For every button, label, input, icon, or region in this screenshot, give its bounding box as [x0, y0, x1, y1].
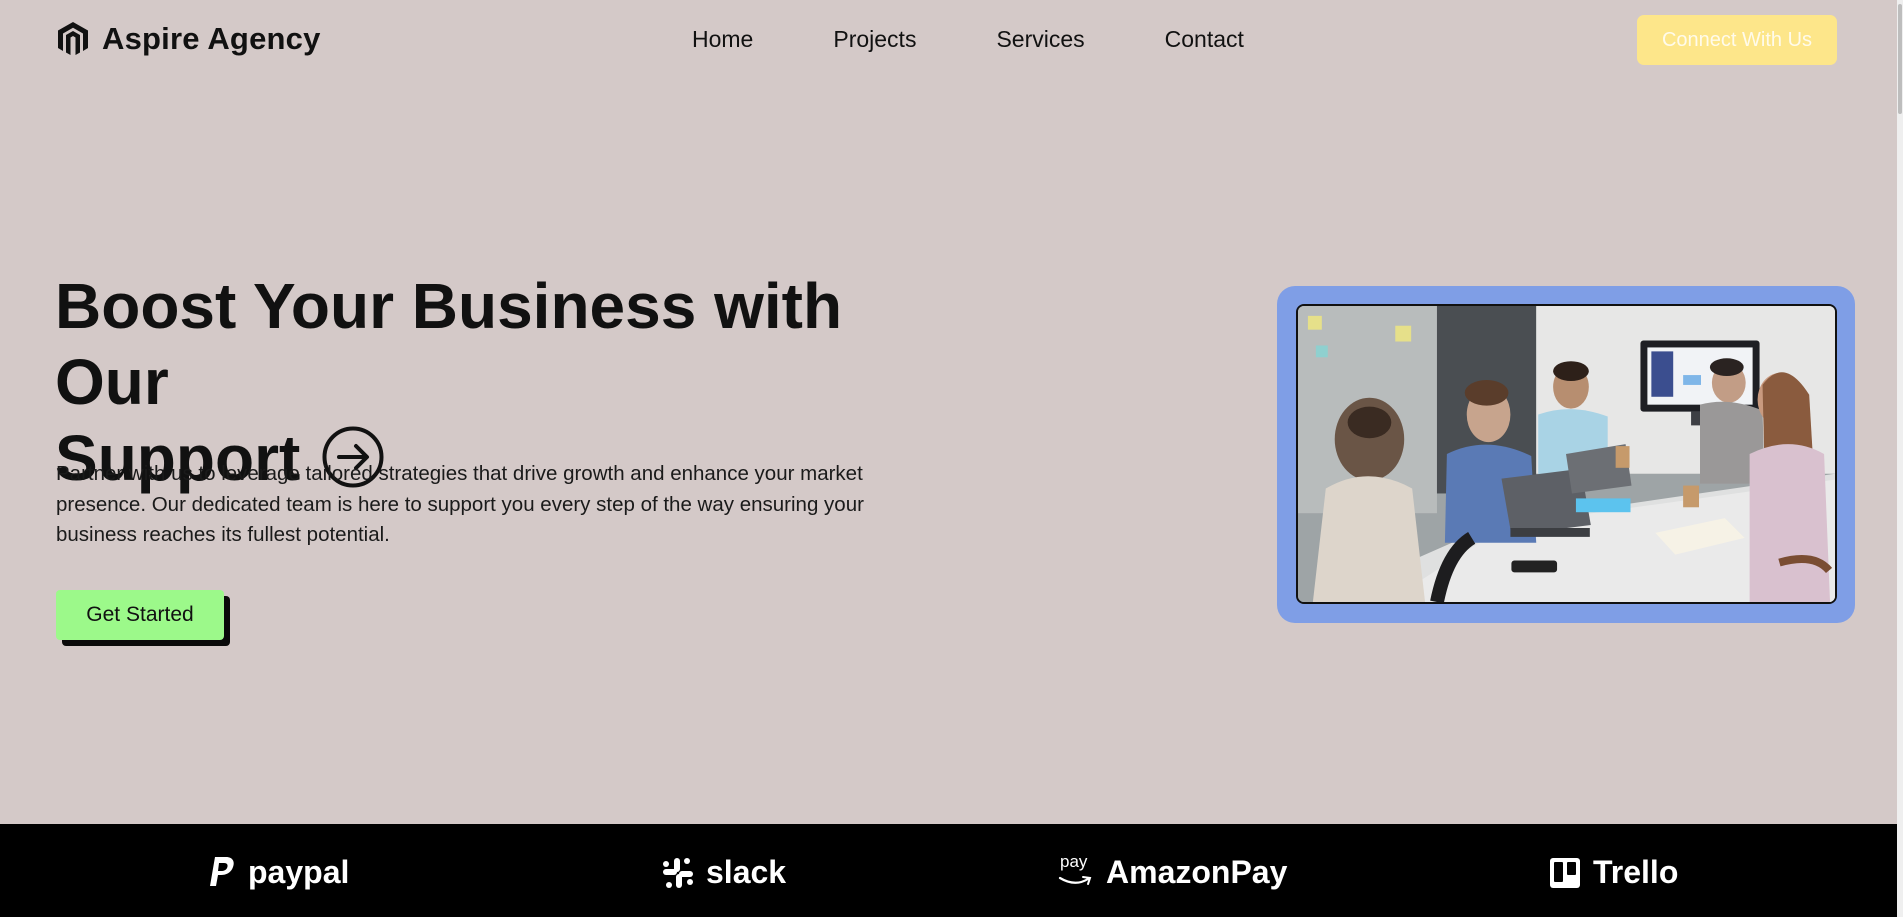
hero-description: Partner with us to leverage tailored str… — [56, 462, 864, 546]
nav-home[interactable]: Home — [692, 26, 753, 53]
partner-slack[interactable]: slack — [662, 854, 786, 891]
partner-name: paypal — [248, 854, 350, 890]
amazon-pay-icon-text: pay — [1060, 851, 1088, 871]
hero-image-frame — [1277, 286, 1855, 623]
team-meeting-illustration — [1298, 306, 1835, 602]
scrollbar-thumb[interactable] — [1898, 4, 1902, 114]
brand-name: Aspire Agency — [102, 21, 321, 56]
partner-name: slack — [706, 854, 787, 890]
partner-name: Trello — [1593, 854, 1679, 890]
main-nav: Home Projects Services Contact — [692, 26, 1244, 53]
hero-title-line1: Boost Your Business with Our — [55, 270, 843, 418]
landing-page: Aspire Agency Home Projects Services Con… — [0, 0, 1897, 917]
partner-trello[interactable]: Trello — [1549, 854, 1678, 891]
connect-button[interactable]: Connect With Us — [1637, 15, 1837, 65]
amazon-pay-icon: pay — [1058, 852, 1094, 890]
get-started-wrapper: Get Started — [56, 590, 230, 646]
page-scrollbar[interactable] — [1897, 0, 1903, 917]
nav-services[interactable]: Services — [996, 26, 1084, 53]
team-meeting-photo — [1296, 304, 1837, 604]
partner-name: AmazonPay — [1106, 854, 1288, 890]
slack-icon — [663, 857, 693, 888]
partner-paypal[interactable]: paypal — [208, 854, 349, 891]
partner-logos-strip: paypal slack pay AmazonPay Trello — [0, 824, 1897, 917]
nav-projects[interactable]: Projects — [833, 26, 916, 53]
brand[interactable]: Aspire Agency — [56, 20, 321, 58]
partner-amazonpay[interactable]: pay AmazonPay — [1058, 852, 1288, 891]
get-started-button[interactable]: Get Started — [56, 590, 224, 640]
trello-icon — [1550, 857, 1580, 888]
site-header: Aspire Agency Home Projects Services Con… — [0, 0, 1897, 80]
hexagon-m-logo-icon — [58, 22, 88, 55]
paypal-icon — [210, 856, 234, 886]
nav-contact[interactable]: Contact — [1165, 26, 1244, 53]
